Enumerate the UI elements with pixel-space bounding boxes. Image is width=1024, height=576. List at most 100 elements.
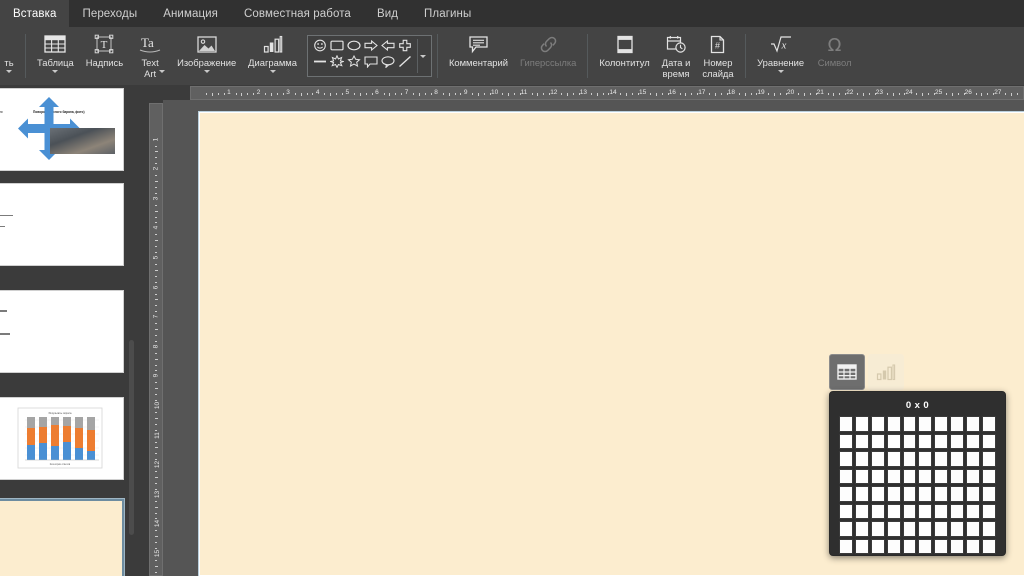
insert-table-quick-button[interactable] xyxy=(829,354,865,390)
table-size-cell[interactable] xyxy=(934,521,949,537)
table-size-cell[interactable] xyxy=(870,451,885,467)
table-size-cell[interactable] xyxy=(886,521,901,537)
insert-headerfooter-button[interactable]: Колонтитул xyxy=(593,27,655,85)
shapes-gallery-expand-button[interactable] xyxy=(416,39,429,73)
table-size-cell[interactable] xyxy=(950,521,965,537)
table-size-cell[interactable] xyxy=(854,521,869,537)
tab-vstavka[interactable]: Вставка xyxy=(0,0,70,27)
table-size-cell[interactable] xyxy=(918,433,933,449)
table-size-picker[interactable]: 0 x 0 xyxy=(829,391,1006,556)
table-size-cell[interactable] xyxy=(982,538,996,554)
table-size-cell[interactable] xyxy=(950,451,965,467)
table-size-cell[interactable] xyxy=(982,486,996,502)
table-size-cell[interactable] xyxy=(854,486,869,502)
table-size-cell[interactable] xyxy=(854,416,869,432)
table-size-cell[interactable] xyxy=(870,433,885,449)
vertical-ruler[interactable]: 12345678910111213141516 xyxy=(149,103,163,576)
table-size-cell[interactable] xyxy=(870,538,885,554)
table-size-cell[interactable] xyxy=(966,503,981,519)
table-size-cell[interactable] xyxy=(839,468,853,484)
table-size-cell[interactable] xyxy=(982,416,996,432)
table-size-cell[interactable] xyxy=(918,416,933,432)
horizontal-ruler[interactable]: 1 2 3 4 5 6 7 8 9 10 11 12 13 14 15 16 17 18 19 20 21 22 23 24 2… xyxy=(190,86,1024,100)
table-size-cell[interactable] xyxy=(950,433,965,449)
table-size-cell[interactable] xyxy=(918,468,933,484)
table-size-cell[interactable] xyxy=(839,451,853,467)
insert-chart-quick-button[interactable] xyxy=(868,354,904,390)
table-size-cell[interactable] xyxy=(839,538,853,554)
table-size-cell[interactable] xyxy=(854,503,869,519)
table-size-cell[interactable] xyxy=(854,538,869,554)
table-size-cell[interactable] xyxy=(982,521,996,537)
star-shape[interactable] xyxy=(347,54,362,73)
list-item[interactable] xyxy=(0,183,124,266)
tab-plaginy[interactable]: Плагины xyxy=(411,0,484,27)
table-size-cell[interactable] xyxy=(902,521,917,537)
table-size-cell[interactable] xyxy=(902,468,917,484)
table-size-cell[interactable] xyxy=(902,433,917,449)
list-item-selected[interactable] xyxy=(0,498,125,576)
table-size-cell[interactable] xyxy=(870,486,885,502)
table-size-cell[interactable] xyxy=(886,416,901,432)
insert-table-button[interactable]: Таблица xyxy=(31,27,80,85)
table-size-cell[interactable] xyxy=(886,486,901,502)
insert-datetime-button[interactable]: Дата и время xyxy=(656,27,697,85)
table-size-cell[interactable] xyxy=(966,538,981,554)
table-size-cell[interactable] xyxy=(982,468,996,484)
table-size-cell[interactable] xyxy=(886,503,901,519)
list-item[interactable]: …ности Поворот красного барана, фото) xyxy=(0,88,124,171)
chevron-down-icon[interactable] xyxy=(6,69,12,73)
table-size-cell[interactable] xyxy=(982,433,996,449)
slide-button-clipped[interactable]: ть xyxy=(0,27,20,85)
chevron-down-icon[interactable] xyxy=(159,70,166,73)
table-size-cell[interactable] xyxy=(902,538,917,554)
shapes-gallery[interactable] xyxy=(306,35,432,77)
table-size-cell[interactable] xyxy=(950,503,965,519)
table-size-cell[interactable] xyxy=(918,538,933,554)
table-size-cell[interactable] xyxy=(854,451,869,467)
list-item[interactable] xyxy=(0,290,124,373)
line-horizontal-shape[interactable] xyxy=(313,55,327,73)
table-size-cell[interactable] xyxy=(918,503,933,519)
slide-thumbnails[interactable]: …ности Поворот красного барана, фото) ль… xyxy=(0,85,137,576)
insert-chart-button[interactable]: Диаграмма xyxy=(242,27,303,85)
table-size-cell[interactable] xyxy=(839,416,853,432)
table-size-cell[interactable] xyxy=(982,451,996,467)
table-size-cell[interactable] xyxy=(918,486,933,502)
table-size-cell[interactable] xyxy=(902,451,917,467)
list-item[interactable]: льтаты Результаты опроса xyxy=(0,397,124,480)
table-size-cell[interactable] xyxy=(966,451,981,467)
table-size-cell[interactable] xyxy=(982,503,996,519)
table-size-cell[interactable] xyxy=(950,468,965,484)
insert-equation-button[interactable]: x Уравнение xyxy=(751,27,811,85)
table-size-cell[interactable] xyxy=(902,486,917,502)
table-size-cell[interactable] xyxy=(839,521,853,537)
table-size-cell[interactable] xyxy=(839,433,853,449)
insert-slidenumber-button[interactable]: # Номер слайда xyxy=(696,27,739,85)
table-size-cell[interactable] xyxy=(902,503,917,519)
insert-image-button[interactable]: Изображение xyxy=(171,27,242,85)
table-size-cell[interactable] xyxy=(966,468,981,484)
table-size-cell[interactable] xyxy=(934,433,949,449)
table-size-cell[interactable] xyxy=(854,433,869,449)
table-size-cell[interactable] xyxy=(934,486,949,502)
table-size-cell[interactable] xyxy=(886,468,901,484)
chevron-down-icon[interactable] xyxy=(203,69,210,73)
tab-vid[interactable]: Вид xyxy=(364,0,411,27)
table-size-cell[interactable] xyxy=(902,416,917,432)
tab-sovmestnaya-rabota[interactable]: Совместная работа xyxy=(231,0,364,27)
tab-animaciya[interactable]: Анимация xyxy=(150,0,231,27)
line-diagonal-shape[interactable] xyxy=(398,55,412,73)
table-size-cell[interactable] xyxy=(870,468,885,484)
chevron-down-icon[interactable] xyxy=(269,69,276,73)
callout-oval-shape[interactable] xyxy=(381,55,395,73)
table-size-cell[interactable] xyxy=(966,416,981,432)
table-size-grid[interactable] xyxy=(839,416,996,554)
insert-textart-button[interactable]: Ta Text Art xyxy=(129,27,171,85)
table-size-cell[interactable] xyxy=(886,433,901,449)
chevron-down-icon[interactable] xyxy=(777,69,784,73)
table-size-cell[interactable] xyxy=(966,433,981,449)
chevron-down-icon[interactable] xyxy=(52,69,59,73)
table-size-cell[interactable] xyxy=(966,486,981,502)
table-size-cell[interactable] xyxy=(870,521,885,537)
